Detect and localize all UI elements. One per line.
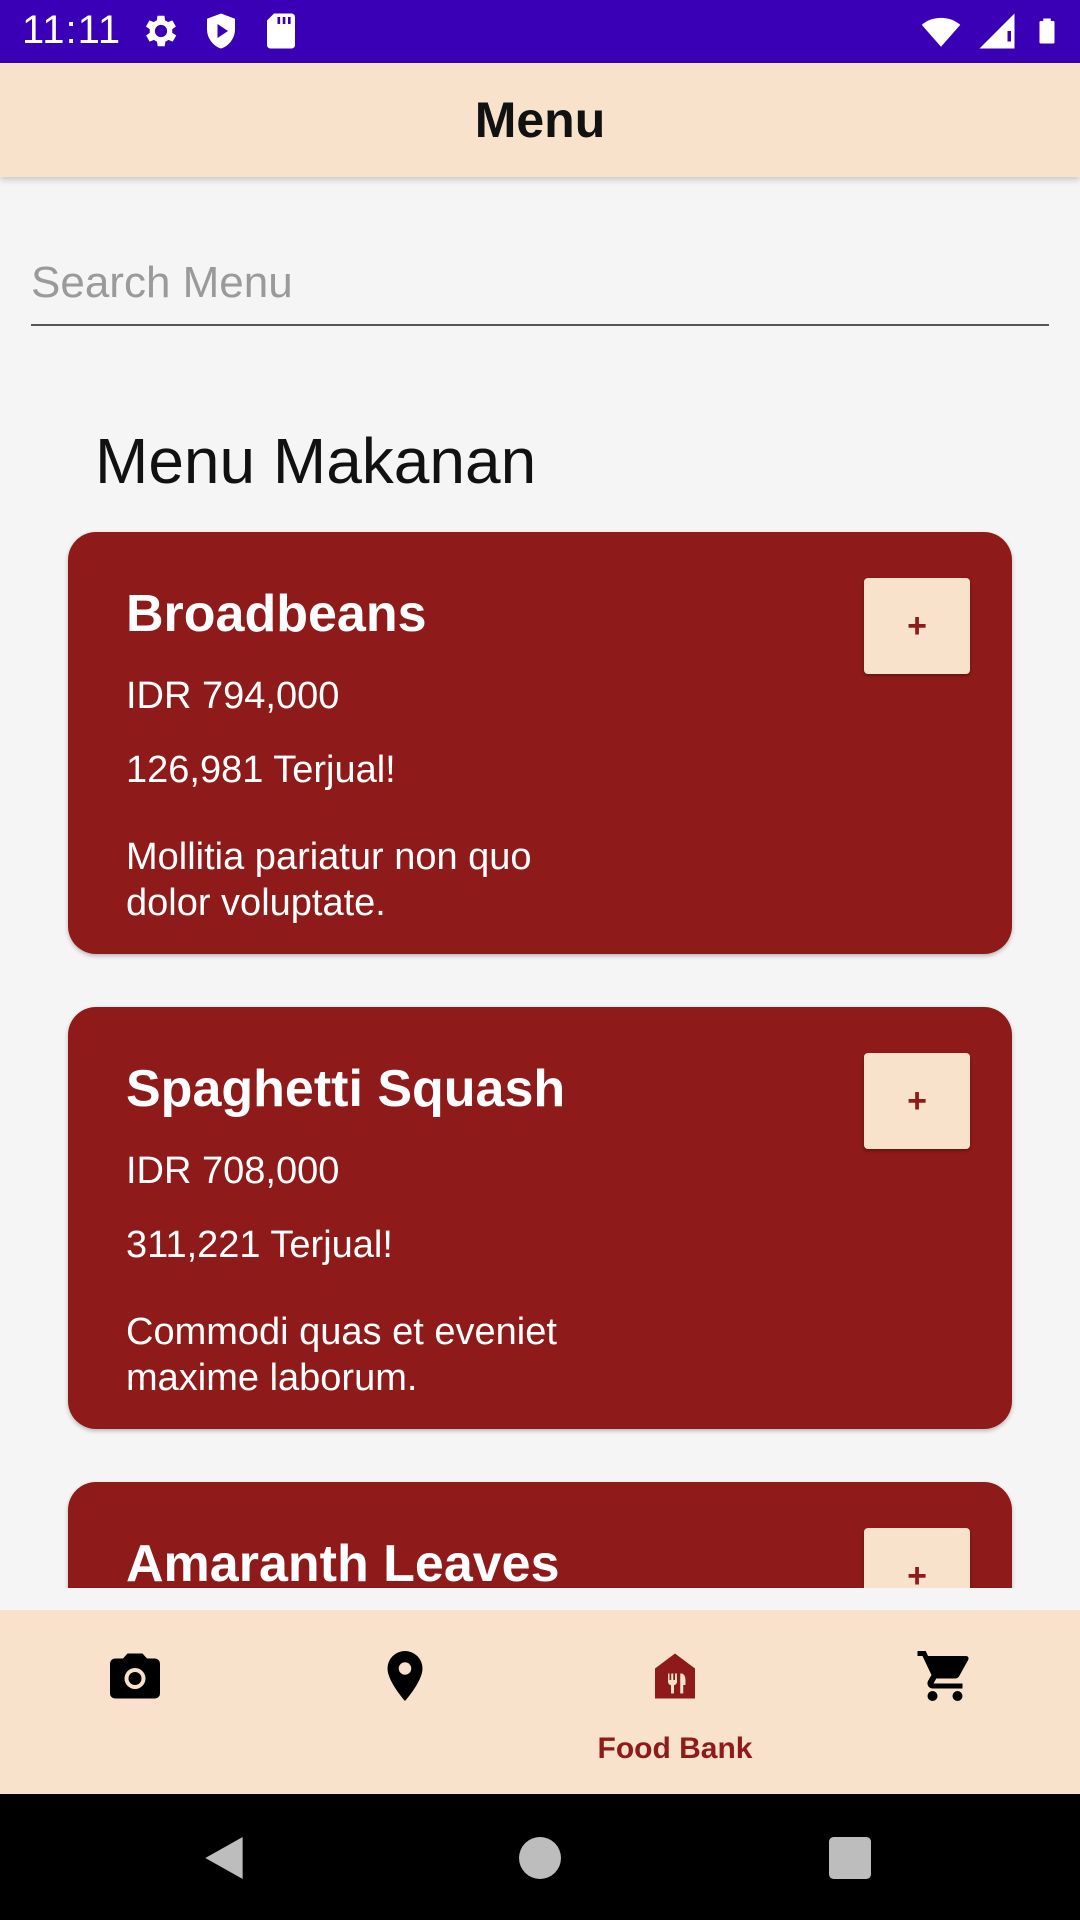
camera-icon: [110, 1653, 160, 1699]
gear-icon: [145, 15, 177, 47]
food-bank-icon: [655, 1653, 695, 1699]
menu-list[interactable]: Broadbeans IDR 794,000 126,981 Terjual! …: [0, 520, 1080, 1588]
add-to-cart-button[interactable]: +: [864, 1528, 970, 1588]
home-icon[interactable]: [512, 1830, 568, 1886]
status-time: 11:11: [22, 8, 122, 52]
signal-icon: [979, 13, 1015, 49]
menu-item-description: Mollitia pariatur non quo dolor voluptat…: [126, 836, 532, 924]
nav-item-food-bank[interactable]: Food Bank: [540, 1610, 810, 1794]
nav-item-cart[interactable]: [810, 1610, 1080, 1794]
location-pin-icon: [387, 1651, 423, 1701]
menu-item-name: Broadbeans: [126, 585, 427, 643]
search-field[interactable]: [31, 248, 1049, 326]
sd-card-icon: [267, 13, 295, 49]
nav-item-camera[interactable]: [0, 1610, 270, 1794]
menu-card: Broadbeans IDR 794,000 126,981 Terjual! …: [68, 532, 1012, 954]
battery-icon: [1039, 18, 1055, 44]
app-bar: Menu: [0, 63, 1080, 177]
recents-icon[interactable]: [822, 1830, 878, 1886]
menu-card: Amaranth Leaves +: [68, 1482, 1012, 1588]
menu-item-name: Spaghetti Squash: [126, 1060, 566, 1118]
menu-item-sold-count: 126,981 Terjual!: [126, 749, 396, 791]
wifi-icon: [921, 17, 961, 47]
add-to-cart-button[interactable]: +: [864, 578, 970, 674]
section-title: Menu Makanan: [95, 425, 537, 497]
shopping-cart-icon: [917, 1651, 969, 1701]
system-navigation-bar: [0, 1794, 1080, 1920]
menu-card: Spaghetti Squash IDR 708,000 311,221 Ter…: [68, 1007, 1012, 1429]
menu-item-name: Amaranth Leaves: [126, 1535, 560, 1588]
menu-item-price: IDR 794,000: [126, 675, 340, 717]
page-title: Menu: [474, 92, 606, 148]
menu-item-sold-count: 311,221 Terjual!: [126, 1224, 393, 1266]
back-icon[interactable]: [196, 1830, 252, 1886]
menu-item-price: IDR 708,000: [126, 1150, 340, 1192]
bottom-navigation: Food Bank: [0, 1610, 1080, 1794]
status-bar: 11:11: [0, 0, 1080, 63]
add-to-cart-button[interactable]: +: [864, 1053, 970, 1149]
nav-label: Food Bank: [597, 1732, 753, 1765]
shield-icon: [207, 13, 235, 49]
menu-item-description: Commodi quas et eveniet maxime laborum.: [126, 1311, 557, 1399]
nav-item-location[interactable]: [270, 1610, 540, 1794]
search-input[interactable]: [31, 248, 1049, 318]
